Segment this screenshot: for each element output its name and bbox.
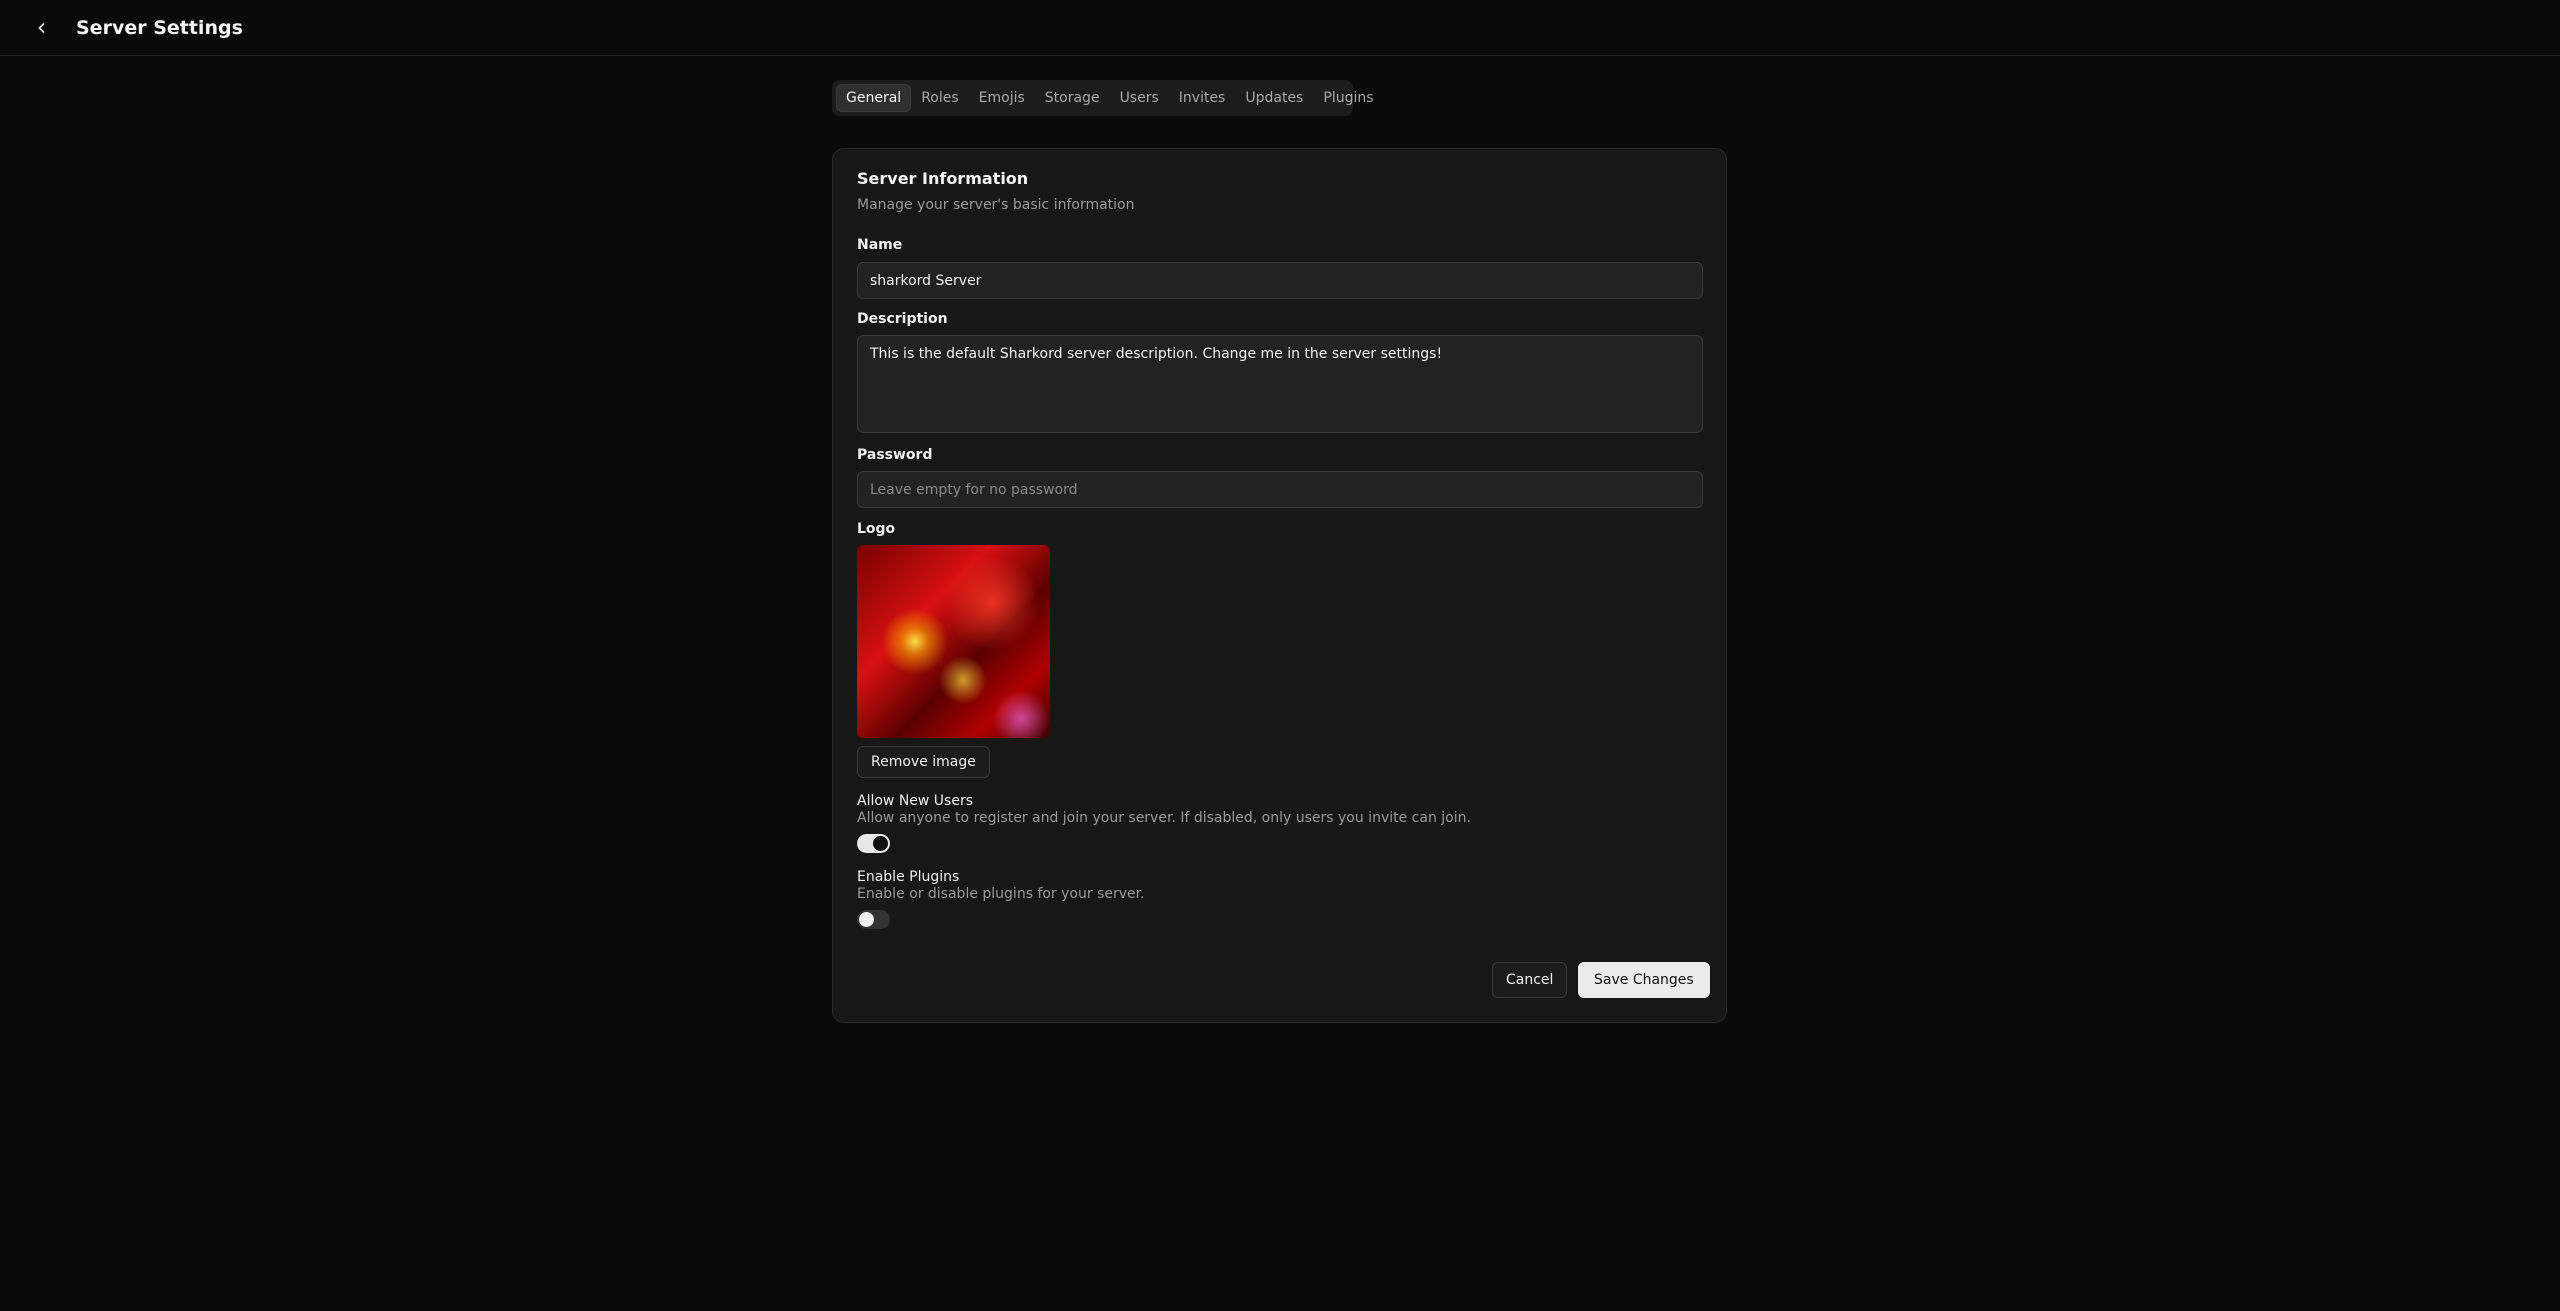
allow-new-users-description: Allow anyone to register and join your s… — [857, 810, 1471, 826]
name-label: Name — [857, 237, 903, 253]
tab-storage[interactable]: Storage — [1035, 84, 1110, 112]
enable-plugins-title: Enable Plugins — [857, 869, 960, 885]
allow-new-users-title: Allow New Users — [857, 793, 974, 809]
back-button[interactable] — [28, 14, 56, 42]
tab-invites[interactable]: Invites — [1169, 84, 1236, 112]
page-title: Server Settings — [76, 17, 243, 39]
enable-plugins-toggle[interactable] — [857, 910, 890, 929]
tab-plugins[interactable]: Plugins — [1313, 84, 1383, 112]
save-changes-button[interactable]: Save Changes — [1578, 962, 1710, 998]
settings-tabs: General Roles Emojis Storage Users Invit… — [832, 80, 1374, 116]
tab-general[interactable]: General — [836, 84, 912, 112]
tab-users[interactable]: Users — [1110, 84, 1169, 112]
tab-emojis[interactable]: Emojis — [969, 84, 1035, 112]
chevron-left-icon — [38, 23, 45, 33]
password-label: Password — [857, 447, 933, 463]
tab-roles[interactable]: Roles — [911, 84, 968, 112]
logo-label: Logo — [857, 521, 896, 537]
cancel-button[interactable]: Cancel — [1492, 962, 1568, 998]
card-subtitle: Manage your server's basic information — [857, 197, 1135, 213]
remove-image-button[interactable]: Remove image — [857, 746, 990, 778]
description-label: Description — [857, 311, 948, 327]
toggle-knob — [859, 912, 874, 927]
tab-updates[interactable]: Updates — [1235, 84, 1313, 112]
top-bar: Server Settings — [0, 0, 2560, 56]
toggle-knob — [873, 836, 888, 851]
allow-new-users-toggle[interactable] — [857, 834, 890, 853]
description-textarea[interactable]: This is the default Sharkord server desc… — [857, 335, 1703, 433]
server-logo-image — [857, 545, 1050, 738]
card-title: Server Information — [857, 169, 1029, 188]
server-information-card: Server Information Manage your server's … — [832, 148, 1727, 1023]
name-input[interactable] — [857, 262, 1703, 299]
enable-plugins-description: Enable or disable plugins for your serve… — [857, 886, 1145, 902]
password-input[interactable] — [857, 471, 1703, 508]
